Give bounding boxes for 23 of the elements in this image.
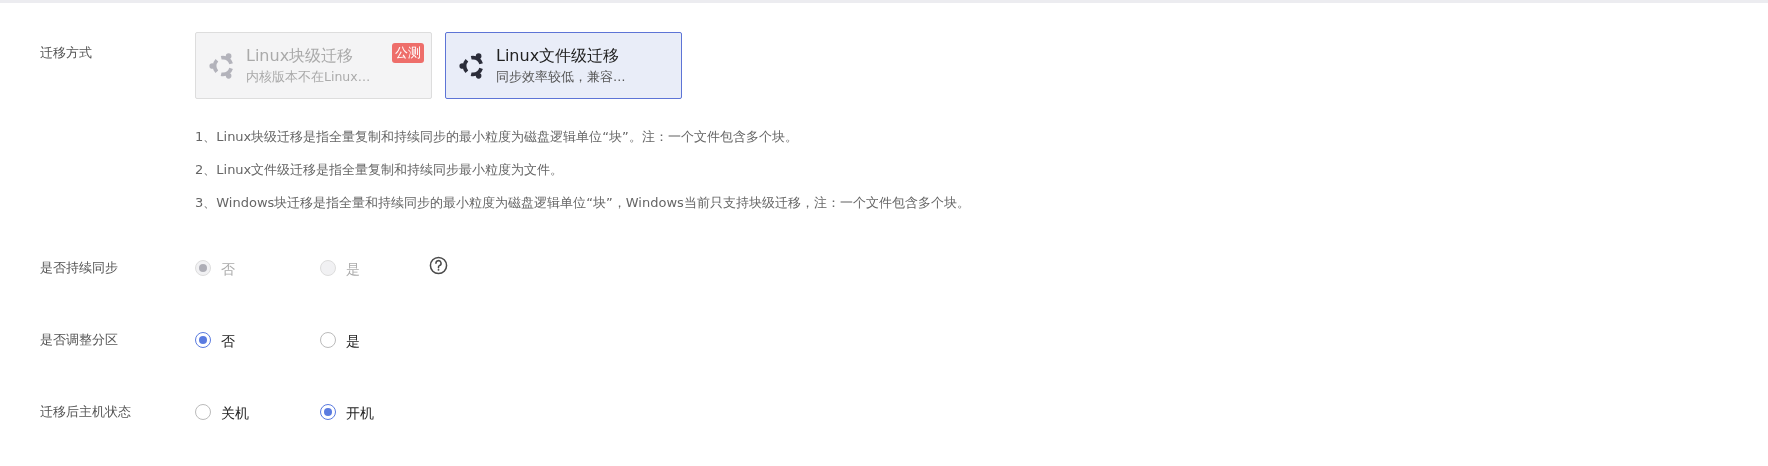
- option-card[interactable]: Linux文件级迁移 同步效率较低，兼容…: [445, 32, 682, 99]
- note-text: 3、Windows块迁移是指全量和持续同步的最小粒度为磁盘逻辑单位“块”，Windows当前只支持块级迁移，注：一个文件包含多个块。: [195, 194, 971, 212]
- radio-label: 开机: [346, 404, 374, 423]
- option-title: Linux块级迁移: [246, 45, 355, 67]
- radio-button[interactable]: [320, 332, 336, 348]
- radio-label: 是: [346, 260, 360, 279]
- field-label: 是否调整分区: [40, 331, 119, 349]
- field-label: 是否持续同步: [40, 259, 119, 277]
- option-description: 内核版本不在Linux…: [246, 68, 371, 86]
- option-title: Linux文件级迁移: [496, 45, 621, 67]
- field-label: 迁移方式: [40, 44, 93, 62]
- field-label: 迁移后主机状态: [40, 403, 132, 421]
- radio-button[interactable]: [195, 332, 211, 348]
- beta-badge: 公测: [392, 43, 424, 63]
- note-text: 2、Linux文件级迁移是指全量复制和持续同步最小粒度为文件。: [195, 161, 565, 179]
- radio-label: 否: [221, 260, 235, 279]
- radio-label: 关机: [221, 404, 249, 423]
- radio-label: 是: [346, 332, 360, 351]
- note-text: 1、Linux块级迁移是指全量复制和持续同步的最小粒度为磁盘逻辑单位“块”。注：一个文件包含多个块。: [195, 128, 799, 146]
- radio-button[interactable]: [320, 404, 336, 420]
- radio-button[interactable]: [195, 404, 211, 420]
- radio-label: 否: [221, 332, 235, 351]
- option-description: 同步效率较低，兼容…: [496, 68, 626, 86]
